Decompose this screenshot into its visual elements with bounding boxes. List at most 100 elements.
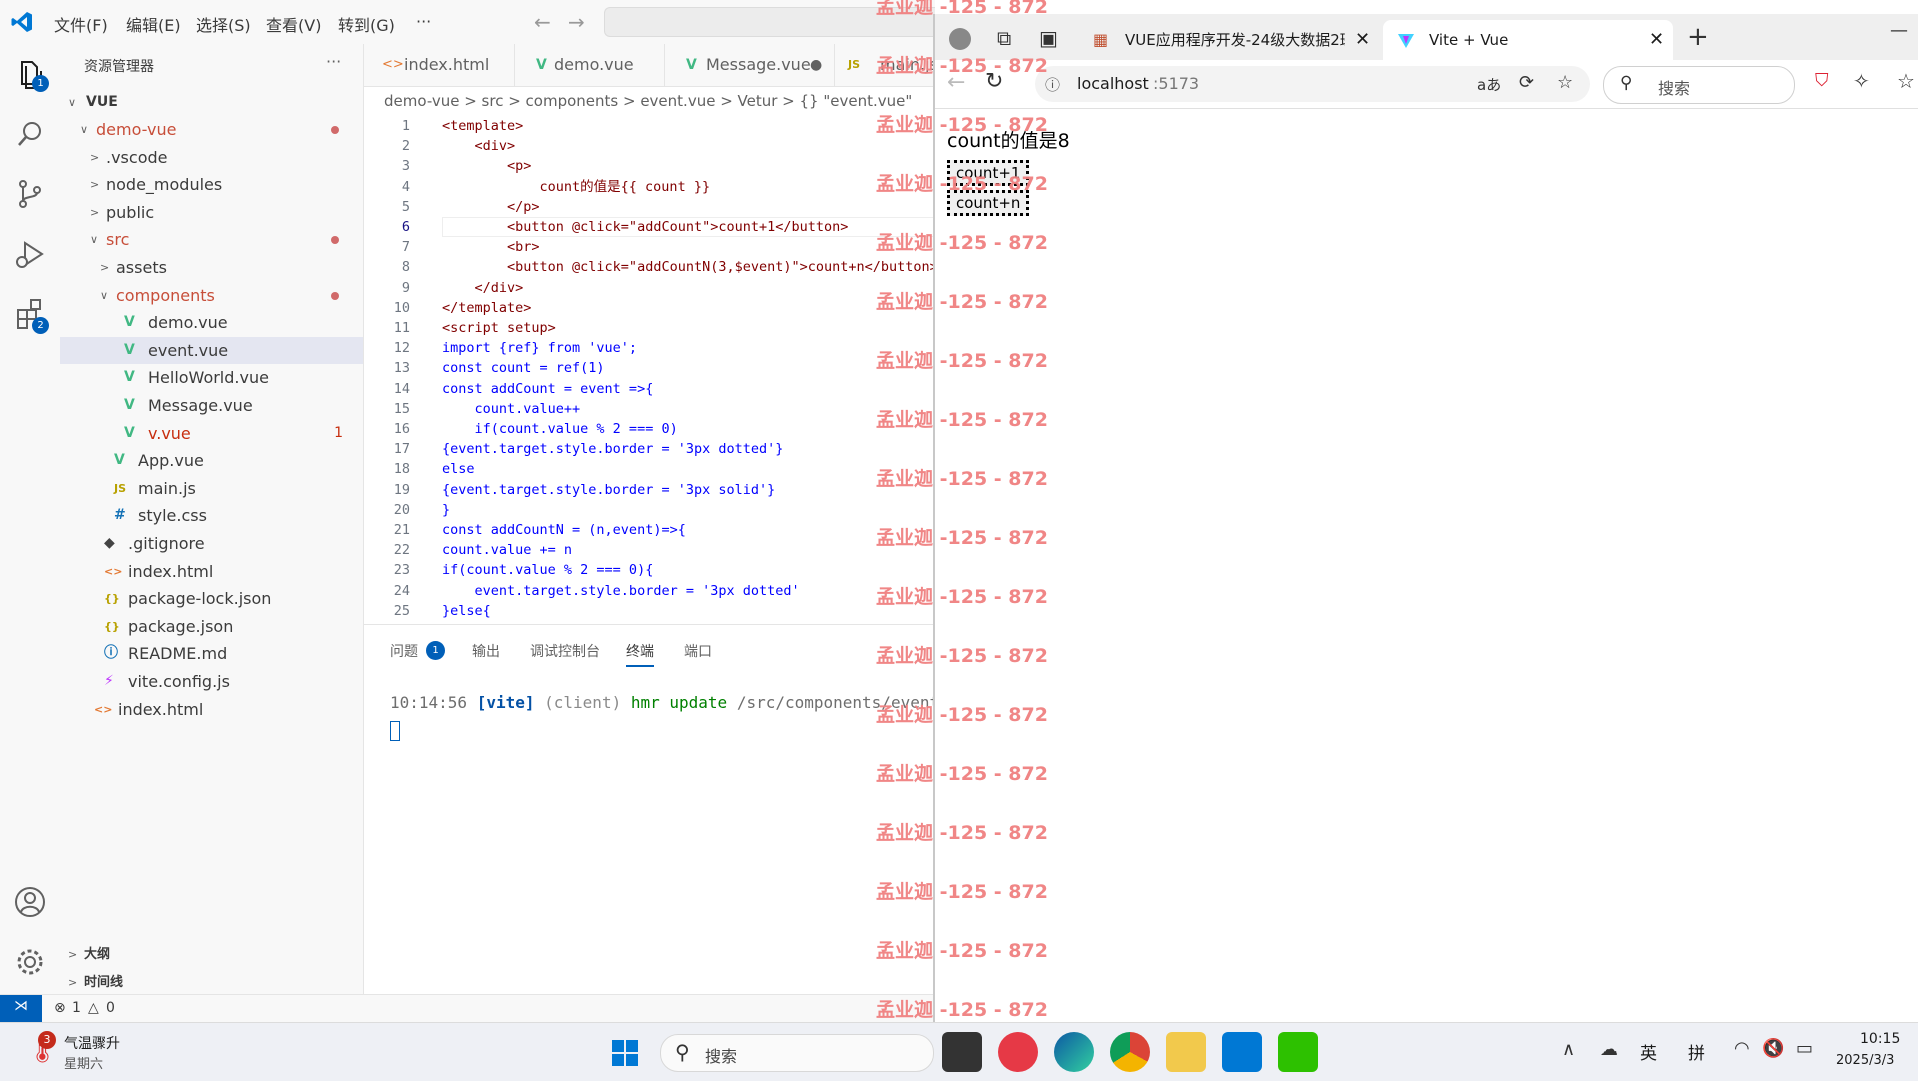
tree-item[interactable]: V App.vue bbox=[60, 447, 363, 474]
tray-cloud-icon[interactable]: ☁ bbox=[1600, 1039, 1618, 1060]
chevron-down-icon[interactable]: ∨ bbox=[90, 226, 98, 253]
chevron-right-icon[interactable]: > bbox=[90, 199, 99, 226]
menu-view[interactable]: 查看(V) bbox=[266, 12, 321, 36]
taskbar-app-chrome-icon[interactable] bbox=[1110, 1032, 1150, 1072]
modified-indicator[interactable]: ● bbox=[810, 44, 822, 86]
search-icon[interactable] bbox=[12, 116, 48, 152]
panel-tab-debug-console[interactable]: 调试控制台 bbox=[530, 641, 600, 661]
tree-item[interactable]: ∨ src bbox=[60, 226, 363, 253]
vscode-window: 文件(F) 编辑(E) 选择(S) 查看(V) 转到(G) ··· ← → 1 bbox=[0, 0, 978, 1023]
source-control-icon[interactable] bbox=[12, 176, 48, 212]
windows-taskbar: 🌡 3 气温骤升 星期六 ⚲ 搜索 ∧ ☁ 英 拼 ◠ 🔇 ▭ 10:15 20… bbox=[0, 1022, 1918, 1081]
profile-avatar-icon[interactable] bbox=[949, 28, 971, 50]
settings-gear-icon[interactable] bbox=[12, 944, 48, 980]
panel-tab-terminal[interactable]: 终端 bbox=[626, 641, 654, 667]
menu-goto[interactable]: 转到(G) bbox=[338, 12, 395, 36]
outline-section[interactable]: > 大纲 bbox=[60, 941, 363, 968]
read-aloud-icon[interactable]: aあ bbox=[1477, 74, 1501, 95]
close-tab-icon[interactable]: ✕ bbox=[1649, 20, 1664, 60]
tree-item[interactable]: ◆ .gitignore bbox=[60, 530, 363, 557]
run-debug-icon[interactable] bbox=[12, 236, 48, 272]
tree-item[interactable]: {} package-lock.json bbox=[60, 585, 363, 612]
panel-tab-problems[interactable]: 问题 bbox=[390, 641, 418, 661]
error-count-icon[interactable]: ⊗ bbox=[54, 1000, 66, 1016]
chevron-right-icon[interactable]: > bbox=[90, 144, 99, 171]
tree-item[interactable]: > assets bbox=[60, 254, 363, 281]
tree-item[interactable]: # style.css bbox=[60, 502, 363, 529]
tree-item[interactable]: > node_modules bbox=[60, 171, 363, 198]
tree-item[interactable]: > .vscode bbox=[60, 144, 363, 171]
tree-item[interactable]: Vevent.vue bbox=[60, 336, 363, 364]
menu-select[interactable]: 选择(S) bbox=[196, 12, 251, 36]
tree-item[interactable]: <> index.html bbox=[60, 696, 363, 723]
explorer-more-button[interactable]: ··· bbox=[326, 52, 341, 71]
account-icon[interactable] bbox=[12, 884, 48, 920]
close-tab-icon[interactable]: ✕ bbox=[1355, 20, 1370, 60]
minimize-icon[interactable]: — bbox=[1890, 20, 1908, 41]
taskbar-app-explorer-folder-icon[interactable] bbox=[1166, 1032, 1206, 1072]
browser-tab-course[interactable]: ▦ VUE应用程序开发-24级大数据2班 ✕ bbox=[1085, 20, 1375, 60]
tree-item[interactable]: <> index.html bbox=[60, 558, 363, 585]
code-editor[interactable]: 1 <template> 2 <div> 3 <p> 4 count的值是{{ coun… bbox=[364, 116, 935, 622]
warning-count-icon[interactable]: △ bbox=[88, 1000, 99, 1016]
volume-muted-icon[interactable]: 🔇 bbox=[1762, 1038, 1784, 1059]
browser-search-box[interactable]: ⚲ 搜索 bbox=[1603, 66, 1795, 104]
chevron-right-icon[interactable]: > bbox=[100, 254, 109, 281]
tree-item[interactable]: ∨ components bbox=[60, 282, 363, 309]
panel-tab-output[interactable]: 输出 bbox=[472, 641, 500, 661]
vertical-tabs-icon[interactable]: ▣ bbox=[1039, 26, 1058, 50]
tree-item[interactable]: ⓘ README.md bbox=[60, 640, 363, 667]
taskbar-app-wechat-icon[interactable] bbox=[1278, 1032, 1318, 1072]
windows-start-icon[interactable] bbox=[612, 1040, 638, 1066]
weather-subtitle: 星期六 bbox=[64, 1057, 104, 1072]
clock-time[interactable]: 10:15 bbox=[1860, 1031, 1900, 1047]
battery-icon[interactable]: ▭ bbox=[1796, 1038, 1813, 1059]
remote-indicator[interactable]: ⋊ bbox=[0, 995, 42, 1023]
tab-message-vue[interactable]: V Message.vue ● bbox=[664, 44, 835, 86]
tree-item[interactable]: V HelloWorld.vue bbox=[60, 364, 363, 391]
tree-item[interactable]: V Message.vue bbox=[60, 392, 363, 419]
line-number: 19 bbox=[393, 481, 410, 498]
chevron-down-icon[interactable]: ∨ bbox=[100, 282, 108, 309]
terminal-message: hmr update bbox=[630, 693, 728, 712]
chevron-right-icon[interactable]: > bbox=[90, 171, 99, 198]
ime-pinyin[interactable]: 拼 bbox=[1688, 1039, 1705, 1064]
tree-item[interactable]: Vv.vue 1 bbox=[60, 420, 363, 447]
menu-file[interactable]: 文件(F) bbox=[54, 12, 108, 36]
tab-index-html[interactable]: <> index.html bbox=[364, 44, 515, 86]
wifi-icon[interactable]: ◠ bbox=[1734, 1038, 1750, 1059]
menu-edit[interactable]: 编辑(E) bbox=[126, 12, 181, 36]
shield-icon[interactable]: ⛉ bbox=[1815, 70, 1829, 91]
taskbar-app-vscode-icon[interactable] bbox=[1222, 1032, 1262, 1072]
menu-more[interactable]: ··· bbox=[416, 12, 431, 31]
taskbar-app-edge-icon[interactable] bbox=[1054, 1032, 1094, 1072]
workspace-root[interactable]: ∨ VUE bbox=[60, 89, 363, 116]
tree-item[interactable]: ⚡ vite.config.js bbox=[60, 668, 363, 695]
url-bar[interactable]: ⓘ localhost :5173 aあ ⟳ ☆ bbox=[1035, 66, 1590, 102]
back-arrow-icon[interactable]: ← bbox=[534, 10, 551, 34]
breadcrumb[interactable]: demo-vue > src > components > event.vue … bbox=[384, 92, 912, 110]
new-tab-icon[interactable]: + bbox=[1687, 22, 1709, 52]
ime-english[interactable]: 英 bbox=[1640, 1039, 1657, 1064]
taskbar-app-media-icon[interactable] bbox=[998, 1032, 1038, 1072]
favorite-star-icon[interactable]: ☆ bbox=[1557, 72, 1573, 93]
timeline-section[interactable]: > 时间线 bbox=[60, 969, 363, 996]
tab-demo-vue[interactable]: V demo.vue bbox=[514, 44, 665, 86]
tray-chevron-up-icon[interactable]: ∧ bbox=[1562, 1039, 1575, 1060]
extensions-puzzle-icon[interactable]: ✧ bbox=[1853, 69, 1870, 93]
translate-icon[interactable]: ⟳ bbox=[1519, 72, 1534, 93]
favorites-icon[interactable]: ☆ bbox=[1897, 69, 1915, 93]
taskbar-search-box[interactable]: ⚲ 搜索 bbox=[660, 1034, 934, 1072]
workspaces-icon[interactable]: ⧉ bbox=[997, 26, 1011, 50]
panel-tab-ports[interactable]: 端口 bbox=[684, 641, 712, 661]
weather-title[interactable]: 气温骤升 bbox=[64, 1033, 120, 1053]
tree-item[interactable]: ∨ demo-vue bbox=[60, 116, 363, 143]
forward-arrow-icon[interactable]: → bbox=[568, 10, 585, 34]
tree-item[interactable]: > public bbox=[60, 199, 363, 226]
chevron-down-icon[interactable]: ∨ bbox=[80, 116, 88, 143]
tree-item[interactable]: {} package.json bbox=[60, 613, 363, 640]
browser-tab-vite[interactable]: Vite + Vue ✕ bbox=[1383, 20, 1673, 60]
tree-item[interactable]: JS main.js bbox=[60, 475, 363, 502]
tree-item[interactable]: Vdemo.vue bbox=[60, 309, 363, 336]
taskbar-app-terminal-icon[interactable] bbox=[942, 1032, 982, 1072]
